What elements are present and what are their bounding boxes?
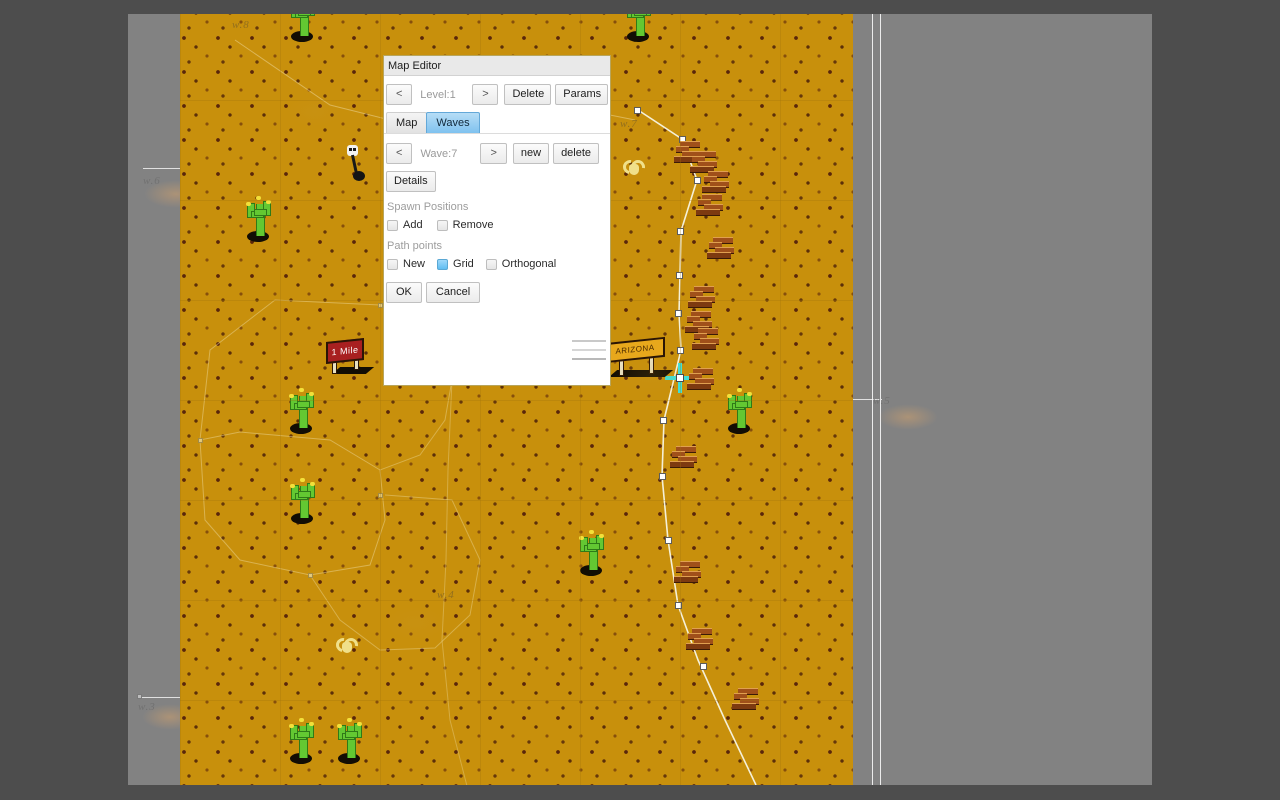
wave-new-button[interactable]: new — [512, 143, 550, 164]
waypoint-label-w3: w.3 — [138, 701, 156, 713]
snake-sprite — [700, 170, 730, 193]
path-grid-checkbox[interactable]: Grid — [437, 258, 474, 270]
path-points-label: Path points — [387, 240, 443, 252]
spawn-positions-options: Add Remove — [384, 219, 610, 231]
skull-pole-sprite — [345, 145, 367, 185]
tab-map[interactable]: Map — [386, 112, 428, 133]
spawn-remove-label: Remove — [452, 219, 494, 231]
arizona-sign-text: ARIZONA — [605, 336, 665, 364]
checkbox-box[interactable] — [485, 258, 497, 270]
crosshair-core[interactable] — [676, 374, 684, 382]
cactus-sprite — [289, 478, 317, 524]
ok-button[interactable]: OK — [386, 282, 422, 303]
checkbox-box[interactable] — [436, 219, 448, 231]
dialog-footer: OK Cancel — [384, 282, 610, 303]
path-grid-label: Grid — [453, 258, 474, 270]
snake-sprite — [688, 150, 718, 173]
spawn-add-label: Add — [403, 219, 423, 231]
path-waypoint[interactable] — [676, 272, 683, 279]
snake-sprite — [686, 285, 716, 308]
snake-sprite — [684, 627, 714, 650]
snake-sprite — [672, 560, 702, 583]
waypoint-label-w6: w.6 — [143, 175, 161, 187]
path-waypoint[interactable] — [677, 347, 684, 354]
checkbox-box[interactable] — [387, 258, 398, 270]
path-orthogonal-checkbox[interactable]: Orthogonal — [485, 258, 557, 270]
wave-delete-button[interactable]: delete — [553, 143, 600, 164]
mile-sign-text: 1 Mile — [326, 338, 364, 364]
path-orthogonal-label: Orthogonal — [501, 258, 557, 270]
snake-sprite — [690, 327, 720, 350]
wave-value: Wave:7 — [420, 147, 458, 160]
level-prev-button[interactable]: < — [386, 84, 413, 105]
cow-skull-sprite — [333, 635, 361, 655]
wave-row: < Wave:7 > new delete — [384, 143, 610, 164]
path-waypoint[interactable] — [659, 473, 666, 480]
details-button[interactable]: Details — [386, 171, 436, 192]
resize-line — [572, 349, 606, 351]
region-node[interactable] — [198, 438, 203, 443]
cactus-sprite — [578, 530, 606, 576]
path-waypoint[interactable] — [675, 602, 682, 609]
cactus-sprite — [288, 718, 316, 764]
mile-sign: 1 Mile — [326, 338, 375, 376]
waypoint-node-w3[interactable] — [137, 694, 142, 699]
dialog-titlebar: Map Editor — [384, 56, 610, 76]
cactus-sprite — [336, 718, 364, 764]
cactus-sprite — [726, 388, 754, 434]
path-waypoint[interactable] — [634, 107, 641, 114]
cactus-sprite — [245, 196, 273, 242]
waypoint-label-w7: w.7 — [620, 118, 638, 130]
snake-sprite — [685, 367, 715, 390]
details-row: Details — [384, 171, 610, 192]
spawn-positions-label: Spawn Positions — [387, 201, 469, 213]
path-new-checkbox[interactable]: New — [387, 258, 425, 270]
dialog-resize-lines — [572, 340, 606, 367]
dialog-body: < Level:1 > Delete Params Map Waves < Wa… — [384, 76, 610, 303]
waypoint-label-w8: w.8 — [232, 19, 250, 31]
cancel-button[interactable]: Cancel — [425, 282, 481, 303]
level-next-button[interactable]: > — [472, 84, 499, 105]
checkbox-box[interactable] — [387, 219, 398, 231]
region-node[interactable] — [308, 573, 313, 578]
path-points-options: New Grid Orthogonal — [384, 258, 610, 270]
checkbox-box[interactable] — [437, 258, 449, 270]
resize-line — [572, 340, 606, 342]
map-editor-dialog[interactable]: Map Editor < Level:1 > Delete Params Map… — [383, 55, 611, 386]
path-waypoint[interactable] — [665, 537, 672, 544]
path-waypoint[interactable] — [675, 310, 682, 317]
waypoint-label-w4: w.4 — [437, 589, 455, 601]
waypoint-label-w5: w.5 — [873, 395, 891, 407]
path-waypoint[interactable] — [660, 417, 667, 424]
path-waypoint[interactable] — [677, 228, 684, 235]
editor-canvas[interactable]: w.6 w.3 w.5 w.7 w.8 w.4 1 Mile ARIZONA — [128, 14, 1152, 785]
level-row: < Level:1 > Delete Params — [384, 84, 610, 105]
arizona-sign: ARIZONA — [605, 336, 674, 378]
resize-line — [572, 358, 606, 360]
wave-prev-button[interactable]: < — [386, 143, 413, 164]
decor-ghost-w5 — [878, 404, 938, 430]
level-value: Level:1 — [420, 88, 456, 101]
dialog-title: Map Editor — [388, 59, 442, 72]
editor-tabs: Map Waves — [384, 112, 610, 134]
snake-sprite — [730, 687, 760, 710]
cactus-sprite — [289, 14, 317, 42]
level-params-button[interactable]: Params — [555, 84, 608, 105]
level-delete-button[interactable]: Delete — [504, 84, 552, 105]
wave-next-button[interactable]: > — [480, 143, 507, 164]
tab-waves[interactable]: Waves — [426, 112, 480, 133]
snake-sprite — [668, 445, 698, 468]
spawn-add-checkbox[interactable]: Add — [387, 219, 423, 231]
path-new-label: New — [403, 258, 426, 270]
region-node[interactable] — [378, 493, 383, 498]
spawn-remove-checkbox[interactable]: Remove — [436, 219, 494, 231]
application-window: w.6 w.3 w.5 w.7 w.8 w.4 1 Mile ARIZONA M… — [0, 0, 1280, 800]
cactus-sprite — [625, 14, 653, 42]
cow-skull-sprite — [620, 157, 648, 177]
snake-sprite — [694, 193, 724, 216]
path-waypoint[interactable] — [700, 663, 707, 670]
cactus-sprite — [288, 388, 316, 434]
snake-sprite — [705, 236, 735, 259]
mile-sign-shadow — [331, 367, 375, 374]
